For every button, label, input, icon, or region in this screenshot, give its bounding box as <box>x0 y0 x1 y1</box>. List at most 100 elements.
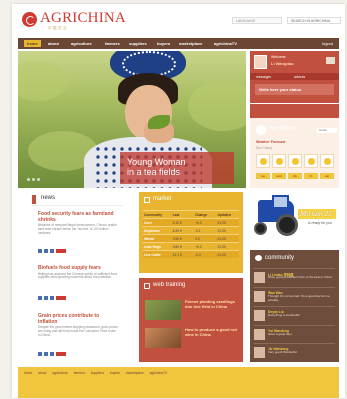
weather-title: weather <box>271 125 296 132</box>
hero-caption: Young Woman in a tea fields <box>120 152 234 184</box>
more-button[interactable] <box>56 296 66 300</box>
weather-day <box>272 154 286 168</box>
slider-dot[interactable] <box>27 178 30 181</box>
commodity-cell: Wheat <box>144 237 154 241</box>
news-headline[interactable]: Grain prices contribute to inflation <box>38 313 118 325</box>
web-training-title: web training <box>153 282 186 288</box>
mail-icon[interactable] <box>326 57 335 64</box>
nav-item-agrichinatv[interactable]: agrichinaTV <box>214 41 237 46</box>
logo-icon[interactable] <box>22 12 37 27</box>
footer-link-home[interactable]: home <box>24 371 32 375</box>
facebook-icon[interactable] <box>38 249 42 253</box>
share-icon[interactable] <box>50 352 54 356</box>
news-item[interactable]: Biofuels food supply fears Beijing has a… <box>38 265 118 280</box>
city-select[interactable]: Hebei <box>317 128 337 133</box>
news-panel: news Food security fears as farmland shr… <box>32 192 124 366</box>
avatar[interactable] <box>254 310 265 321</box>
slider-dot[interactable] <box>32 178 35 181</box>
post-text: Wow, good production! One of the best in… <box>268 275 332 279</box>
people-icon <box>255 255 262 261</box>
nav-item-about[interactable]: about <box>48 41 59 46</box>
updated-cell: 01:00 <box>217 245 226 249</box>
avatar[interactable] <box>254 291 265 302</box>
column-header: Updated <box>217 213 231 217</box>
facebook-icon[interactable] <box>38 352 42 356</box>
profile-tabs: messages advices <box>250 73 339 80</box>
tab-advices[interactable]: advices <box>294 75 305 79</box>
slider-dots <box>27 177 42 182</box>
footer-link-farmers[interactable]: farmers <box>74 371 85 375</box>
news-header: news <box>32 192 124 206</box>
footer-link-suppliers[interactable]: suppliers <box>91 371 104 375</box>
news-summary: Despite the government stepping measures… <box>38 325 118 337</box>
language-select[interactable]: LANGUAGE <box>232 17 282 24</box>
community-post[interactable]: Li Lindao 李林道 Wow, good production! One … <box>254 268 335 286</box>
share-bar <box>38 296 78 301</box>
tractor-promo[interactable]: Miriam 25 is ready for you <box>250 192 339 246</box>
search-input[interactable]: SEARCH IN AGRICHINA <box>287 17 341 24</box>
video-thumbnail[interactable] <box>145 328 181 348</box>
training-link[interactable]: How to produce a good red wine in China <box>185 327 239 337</box>
share-icon[interactable] <box>50 249 54 253</box>
table-row[interactable]: Wheat 3.50 ¥ 0.0 01:00 <box>143 234 239 242</box>
change-cell: -0.1 <box>195 229 201 233</box>
twitter-icon[interactable] <box>44 296 48 300</box>
table-row[interactable]: Live Cattle 12.1 ¥ -0.4 01:00 <box>143 250 239 258</box>
table-row[interactable]: Corn 2.10 ¥ +0.3 01:00 <box>143 218 239 226</box>
nav-item-marketplace[interactable]: marketplace <box>179 41 202 46</box>
weather-day-label: tue <box>256 173 270 179</box>
tab-messages[interactable]: messages <box>256 75 271 79</box>
video-thumbnail[interactable] <box>145 300 181 320</box>
community-panel: community Li Lindao 李林道 Wow, good produc… <box>250 250 339 362</box>
logout-link[interactable]: logout <box>322 41 333 46</box>
table-row[interactable]: Lean Hogs 9.80 ¥ +0.2 01:00 <box>143 242 239 250</box>
nav-item-buyers[interactable]: buyers <box>157 41 170 46</box>
avatar[interactable] <box>254 272 265 283</box>
footer-link-about[interactable]: about <box>38 371 46 375</box>
weather-day <box>256 154 270 168</box>
community-post[interactable]: Yui Wandong Have a great day! <box>254 325 335 343</box>
twitter-icon[interactable] <box>44 249 48 253</box>
avatar[interactable] <box>254 329 265 340</box>
footer-link-marketplace[interactable]: marketplace <box>126 371 144 375</box>
brand-name[interactable]: AGRICHINA <box>40 10 126 27</box>
promo-subtitle: is ready for you <box>308 221 332 225</box>
column-header: Commodity <box>144 213 163 217</box>
table-row[interactable]: Soybeans 4.20 ¥ -0.1 01:00 <box>143 226 239 234</box>
main-nav: home about agriculture farmers suppliers… <box>18 38 339 49</box>
brand-tagline: 中国农业 <box>48 26 68 30</box>
market-table: Commodity Last Change Updated Corn 2.10 … <box>143 210 239 258</box>
nav-item-farmers[interactable]: farmers <box>105 41 120 46</box>
updated-cell: 01:00 <box>217 253 226 257</box>
news-headline[interactable]: Biofuels food supply fears <box>38 265 118 272</box>
community-post[interactable]: Deyan Liu Everything is wonderful! <box>254 306 335 324</box>
news-headline[interactable]: Food security fears as farmland shrinks <box>38 211 118 223</box>
username[interactable]: Li Wangdao <box>271 61 294 66</box>
nav-item-agriculture[interactable]: agriculture <box>71 41 92 46</box>
share-icon[interactable] <box>50 296 54 300</box>
footer-link-buyers[interactable]: buyers <box>110 371 120 375</box>
commodity-cell: Live Cattle <box>144 253 161 257</box>
news-item[interactable]: Food security fears as farmland shrinks … <box>38 211 118 235</box>
updated-cell: 01:00 <box>217 229 226 233</box>
nav-item-home[interactable]: home <box>24 40 41 47</box>
community-post[interactable]: Jie Wandong Very good! Wonderful <box>254 343 335 361</box>
training-link[interactable]: Farmer planting seedlings into tree fiel… <box>185 299 239 309</box>
wheel <box>276 214 298 236</box>
slider-dot[interactable] <box>37 178 40 181</box>
avatar[interactable] <box>254 347 265 358</box>
status-input[interactable]: Write here your status <box>255 84 334 95</box>
avatar[interactable] <box>254 55 267 69</box>
column-header: Last <box>172 213 180 217</box>
sun-icon <box>324 158 331 165</box>
community-post[interactable]: Wan Wan Thought it's not too bad. It's a… <box>254 287 335 305</box>
facebook-icon[interactable] <box>38 296 42 300</box>
nav-item-suppliers[interactable]: suppliers <box>129 41 147 46</box>
news-item[interactable]: Grain prices contribute to inflation Des… <box>38 313 118 337</box>
twitter-icon[interactable] <box>44 352 48 356</box>
footer-link-agrichinatv[interactable]: agrichinaTV <box>150 371 168 375</box>
news-title: news <box>41 195 56 201</box>
more-button[interactable] <box>56 249 66 253</box>
footer-link-agriculture[interactable]: agriculture <box>52 371 67 375</box>
more-button[interactable] <box>56 352 66 356</box>
